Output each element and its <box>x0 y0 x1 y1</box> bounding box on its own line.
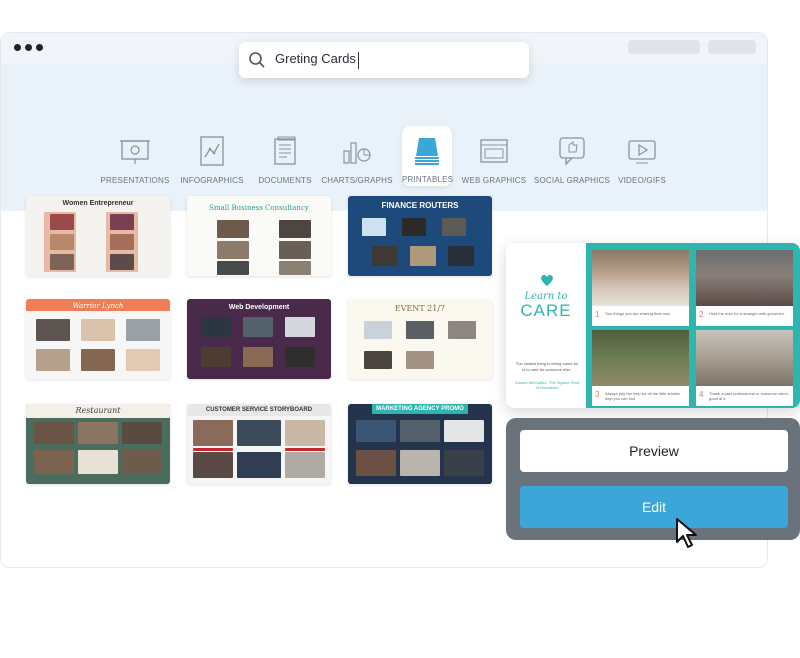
photo-panel: 1 Two things you are sharing their own <box>592 250 689 326</box>
card-signature: Carson McCullers, The Square Root of Won… <box>514 380 580 390</box>
edit-button[interactable]: Edit <box>520 486 788 528</box>
cursor-icon <box>675 517 701 554</box>
search-icon <box>248 51 266 69</box>
card-quote: The closest thing to being cared for is … <box>515 361 579 372</box>
printer-icon <box>402 133 452 169</box>
presentation-icon <box>91 133 179 169</box>
category-web-graphics[interactable]: WEB GRAPHICS <box>450 133 538 185</box>
toolbar-placeholder <box>628 40 700 54</box>
template-thumbnail-small-business-consultancy[interactable]: Small Business Consultancy <box>187 196 331 276</box>
template-thumbnail-web-development[interactable]: Web Development <box>187 299 331 379</box>
card-photo-grid: 1 Two things you are sharing their own 2… <box>586 243 800 408</box>
category-video-gifs[interactable]: VIDEO/GIFS <box>598 133 686 185</box>
category-printables[interactable]: PRINTABLES <box>402 126 453 186</box>
chart-icon <box>313 133 401 169</box>
template-thumbnail-women-entrepreneur[interactable]: Women Entrepreneur <box>26 196 170 276</box>
template-thumbnail-customer-service-storyboard[interactable]: CUSTOMER SERVICE STORYBOARD <box>187 404 331 484</box>
web-graphic-icon <box>450 133 538 169</box>
brand-title: CARE <box>520 301 572 320</box>
photo-panel: 3 Always pay the help for all the little… <box>592 330 689 406</box>
category-bar: PRESENTATIONS INFOGRAPHICS DOCUMENTS CHA… <box>1 63 767 211</box>
photo-panel: 2 Hold the door for a stranger with groc… <box>696 250 793 326</box>
search-bar[interactable]: Greting Cards <box>239 42 529 78</box>
template-actions-panel: Preview Edit <box>506 418 800 540</box>
preview-button[interactable]: Preview <box>520 430 788 472</box>
category-presentations[interactable]: PRESENTATIONS <box>91 133 179 185</box>
template-thumbnail-event[interactable]: EVENT 21/7 <box>348 299 492 379</box>
template-thumbnail-restaurant[interactable]: Restaurant <box>26 404 170 484</box>
template-thumbnail-marketing-agency-promo[interactable]: MARKETING AGENCY PROMO <box>348 404 492 484</box>
search-input[interactable]: Greting Cards <box>275 51 359 69</box>
photo-panel: 4 Thank a paid professional or someone w… <box>696 330 793 406</box>
template-thumbnail-warrior-lynch[interactable]: Warrior Lynch <box>26 299 170 379</box>
category-charts-graphs[interactable]: CHARTS/GRAPHS <box>313 133 401 185</box>
template-thumbnail-finance-routers[interactable]: FINANCE ROUTERS <box>348 196 492 276</box>
toolbar-placeholder <box>708 40 756 54</box>
preview-card: Learn to CARE The closest thing to being… <box>506 243 800 408</box>
video-icon <box>598 133 686 169</box>
window-controls[interactable] <box>14 44 43 51</box>
